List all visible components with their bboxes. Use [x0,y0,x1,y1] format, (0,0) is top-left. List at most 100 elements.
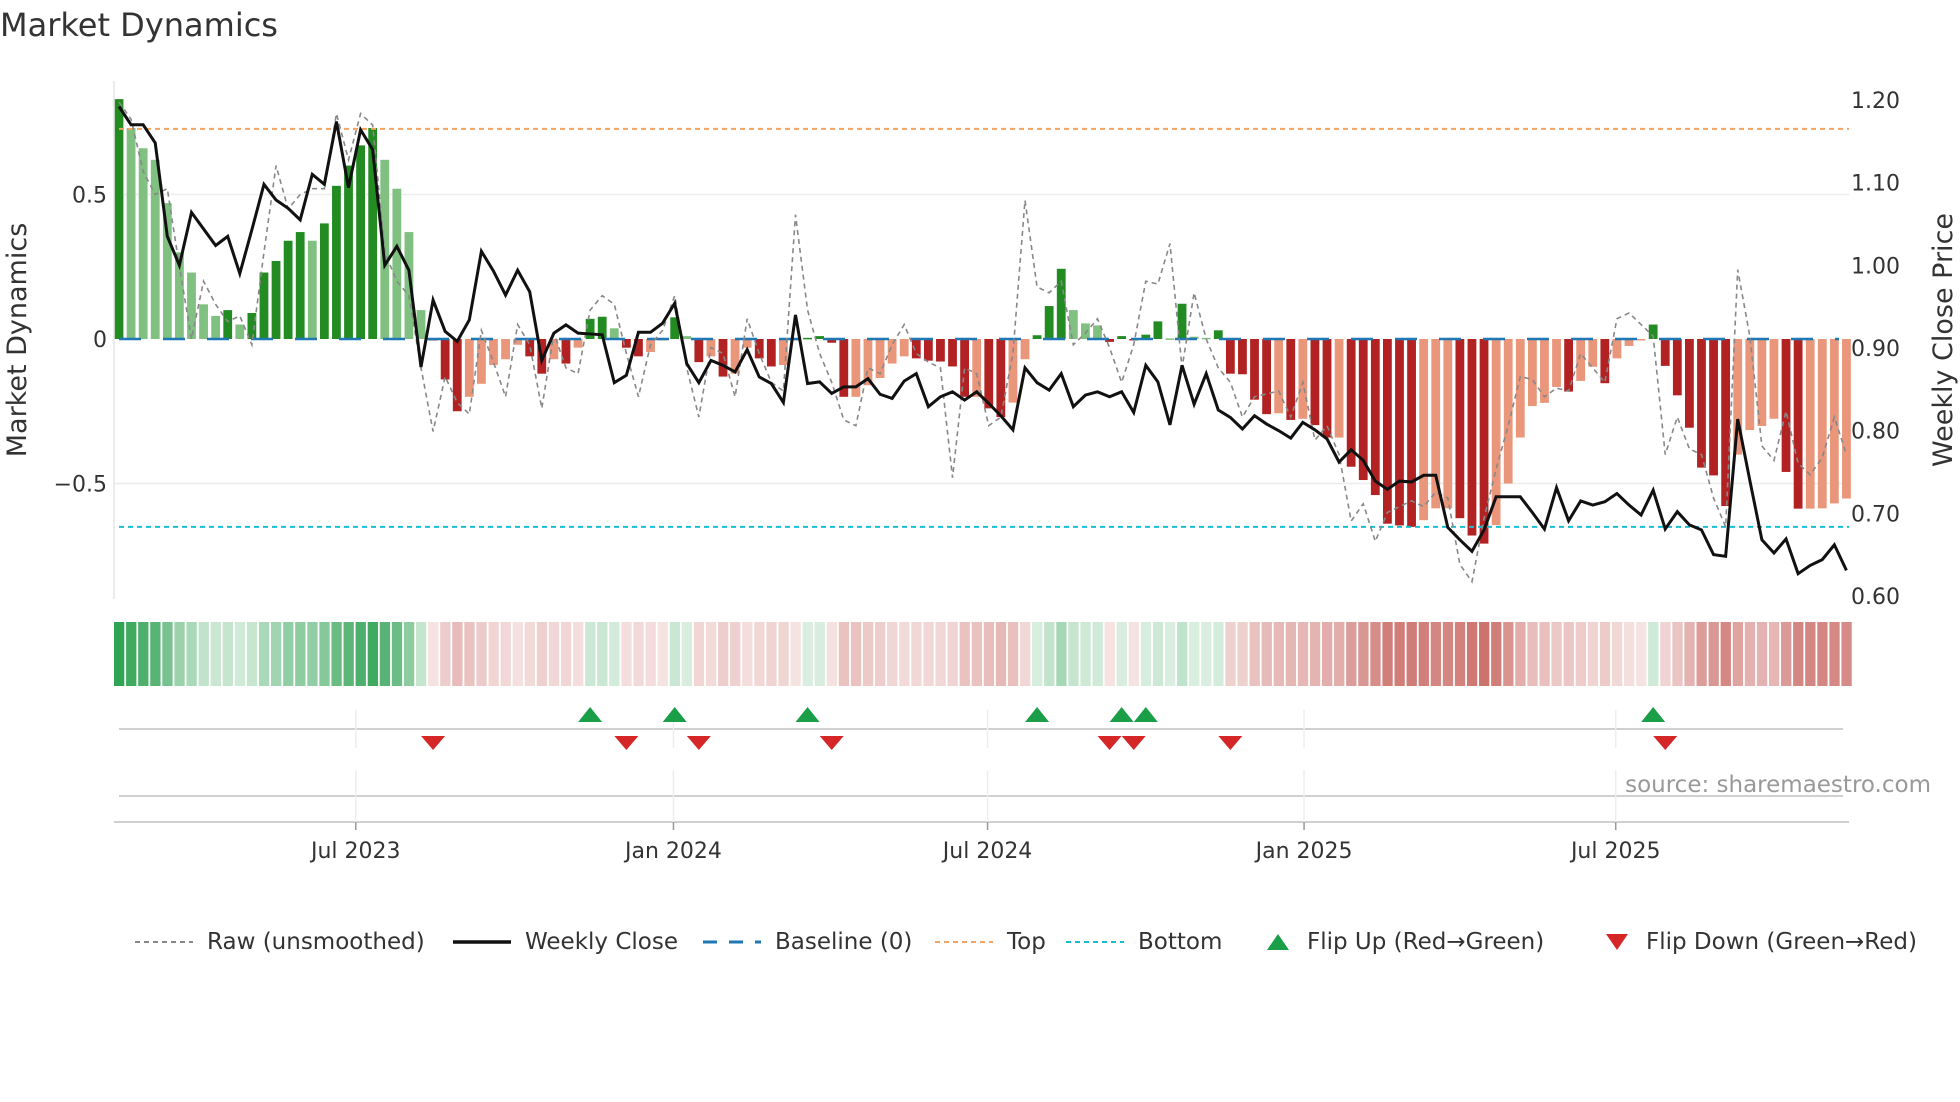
strip-cell [150,622,161,686]
flip-down-marker [686,736,711,750]
strip-cell [693,622,705,686]
legend-label: Raw (unsmoothed) [207,929,425,955]
strip-cell [766,622,777,686]
legend-item-flip-down: Flip Down (Green→Red) [1602,922,1917,962]
triangle-up-icon [1267,934,1289,950]
strip-cell [1503,622,1514,686]
dynamics-bar [319,223,329,339]
strip-cell [524,622,536,686]
dynamics-bar [1805,339,1815,509]
strip-cell [1587,622,1599,686]
strip-cell [1805,622,1816,686]
strip-cell [754,622,765,686]
legend-label: Top [1007,929,1046,955]
flip-up-marker [1025,707,1050,722]
strip-cell [1672,622,1683,686]
y2-tick-label: 1.10 [1851,172,1900,197]
strip-cell [669,622,680,686]
strip-cell [283,622,294,686]
dynamics-bar [1274,339,1284,414]
raw-line-swatch-icon [135,941,193,943]
strip-cell [1237,622,1248,686]
strip-cell [452,622,463,686]
dynamics-bar [187,272,196,339]
strip-cell [959,622,970,686]
y-tick-label: 0 [93,328,107,353]
dynamics-bar [271,260,281,339]
dynamics-bar [923,339,933,361]
strip-cell [1466,622,1478,686]
dynamics-bar [1697,339,1706,468]
strip-cell [331,622,342,686]
dynamics-bar [452,339,462,412]
dynamics-bar [1527,339,1537,407]
strip-cell [899,622,910,686]
dynamics-bar [1479,339,1489,544]
dynamics-bar [1068,310,1078,339]
strip-cell [416,622,427,686]
strip-cell [1551,622,1562,686]
strip-cell [1056,622,1067,686]
dynamics-bar [307,240,317,339]
dynamics-bar [972,339,982,397]
flip-up-marker [795,707,820,722]
strip-cell [1068,622,1079,686]
strip-cell [126,622,137,686]
dynamics-bar [1044,306,1054,339]
strip-cell [826,622,838,686]
dynamics-bar [199,304,208,339]
dynamics-bar [1721,339,1731,507]
strip-cell [862,622,874,686]
strip-cell [1092,622,1103,686]
strip-cell [355,622,366,686]
strip-cell [802,622,813,686]
strip-cell [718,622,729,686]
strip-cell [1189,622,1200,686]
dynamics-bar [1636,339,1646,341]
strip-cell [621,622,632,686]
y2-tick-label: 0.80 [1851,420,1900,445]
flip-markers: Jul 2023 Jan 2024 Jul 2024 Jan 2025 Jul 2025 [114,707,1849,864]
dynamics-bar [1709,339,1718,476]
dynamics-bar [1745,339,1755,431]
strip-cell [464,622,475,686]
strip-cell [1116,622,1127,686]
strip-cell [1020,622,1031,686]
flip-up-marker [1641,707,1666,722]
strip-cell [1708,622,1719,686]
dynamics-bar [211,315,221,339]
dynamics-bar [1117,336,1127,339]
dynamics-bar [126,128,136,339]
flip-up-marker [1109,707,1134,722]
dynamics-bar [1817,339,1827,509]
dynamics-bar [1540,339,1549,403]
dynamics-bar [609,328,619,339]
strip-cell [1201,622,1212,686]
strip-cell [1152,622,1164,686]
strip-cell [1382,622,1393,686]
dynamics-bar [1250,339,1259,400]
legend-label: Baseline (0) [775,929,913,955]
strip-cell [440,622,451,686]
strip-cell [1430,622,1442,686]
strip-cell [186,622,197,686]
strip-cell [403,622,415,686]
dynamics-bar [1829,339,1839,504]
dynamics-bar [1213,330,1223,339]
strip-cell [947,622,958,686]
strip-cell [536,622,548,686]
strip-cell [162,622,173,686]
strip-cell [234,622,246,686]
dynamics-bar [936,339,945,362]
strip-cell [1297,622,1309,686]
strip-cell [1044,622,1055,686]
strip-cell [657,622,668,686]
dynamics-bar [1395,339,1404,526]
dynamics-bar [344,165,353,339]
dynamics-bar [1334,339,1344,438]
strip-cell [923,622,934,686]
strip-cell [633,622,644,686]
dynamics-bar [1310,339,1320,426]
dynamics-bar [718,339,728,377]
dynamics-bar [1769,339,1779,419]
